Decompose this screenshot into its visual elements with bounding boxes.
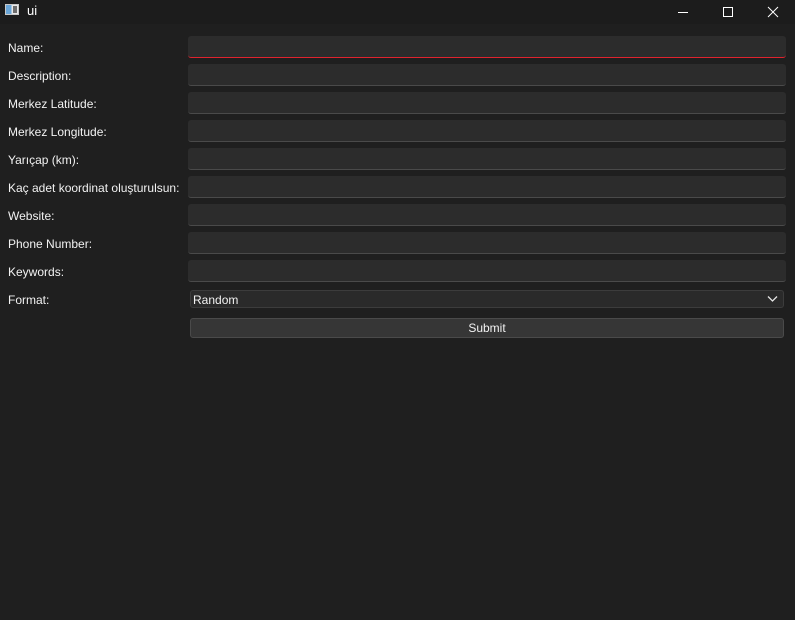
chevron-down-icon: [767, 296, 778, 302]
website-input[interactable]: [188, 204, 786, 226]
description-label: Description:: [8, 69, 72, 83]
phone-number-input[interactable]: [188, 232, 786, 254]
minimize-button[interactable]: [660, 0, 706, 24]
phone-number-label: Phone Number:: [8, 237, 93, 251]
format-select[interactable]: Random: [190, 290, 784, 308]
app-icon: [5, 4, 19, 15]
coordinate-count-input[interactable]: [188, 176, 786, 198]
format-label: Format:: [8, 293, 50, 307]
window-title: ui: [27, 3, 38, 18]
app-window: ui Name: Description: Merkez Latitude: M…: [0, 0, 795, 620]
minimize-icon: [678, 12, 688, 13]
latitude-input[interactable]: [188, 92, 786, 114]
name-input[interactable]: [188, 36, 786, 58]
keywords-label: Keywords:: [8, 265, 65, 279]
description-input[interactable]: [188, 64, 786, 86]
radius-label: Yarıçap (km):: [8, 153, 80, 167]
coordinate-count-label: Kaç adet koordinat oluşturulsun:: [8, 181, 180, 195]
latitude-label: Merkez Latitude:: [8, 97, 97, 111]
submit-button[interactable]: Submit: [190, 318, 784, 338]
title-bar[interactable]: ui: [0, 0, 795, 24]
format-selected-value: Random: [193, 293, 239, 307]
longitude-label: Merkez Longitude:: [8, 125, 107, 139]
website-label: Website:: [8, 209, 55, 223]
close-button[interactable]: [750, 0, 795, 24]
name-label: Name:: [8, 41, 44, 55]
maximize-button[interactable]: [705, 0, 751, 24]
close-icon: [767, 6, 779, 18]
longitude-input[interactable]: [188, 120, 786, 142]
maximize-icon: [723, 7, 733, 17]
radius-input[interactable]: [188, 148, 786, 170]
keywords-input[interactable]: [188, 260, 786, 282]
